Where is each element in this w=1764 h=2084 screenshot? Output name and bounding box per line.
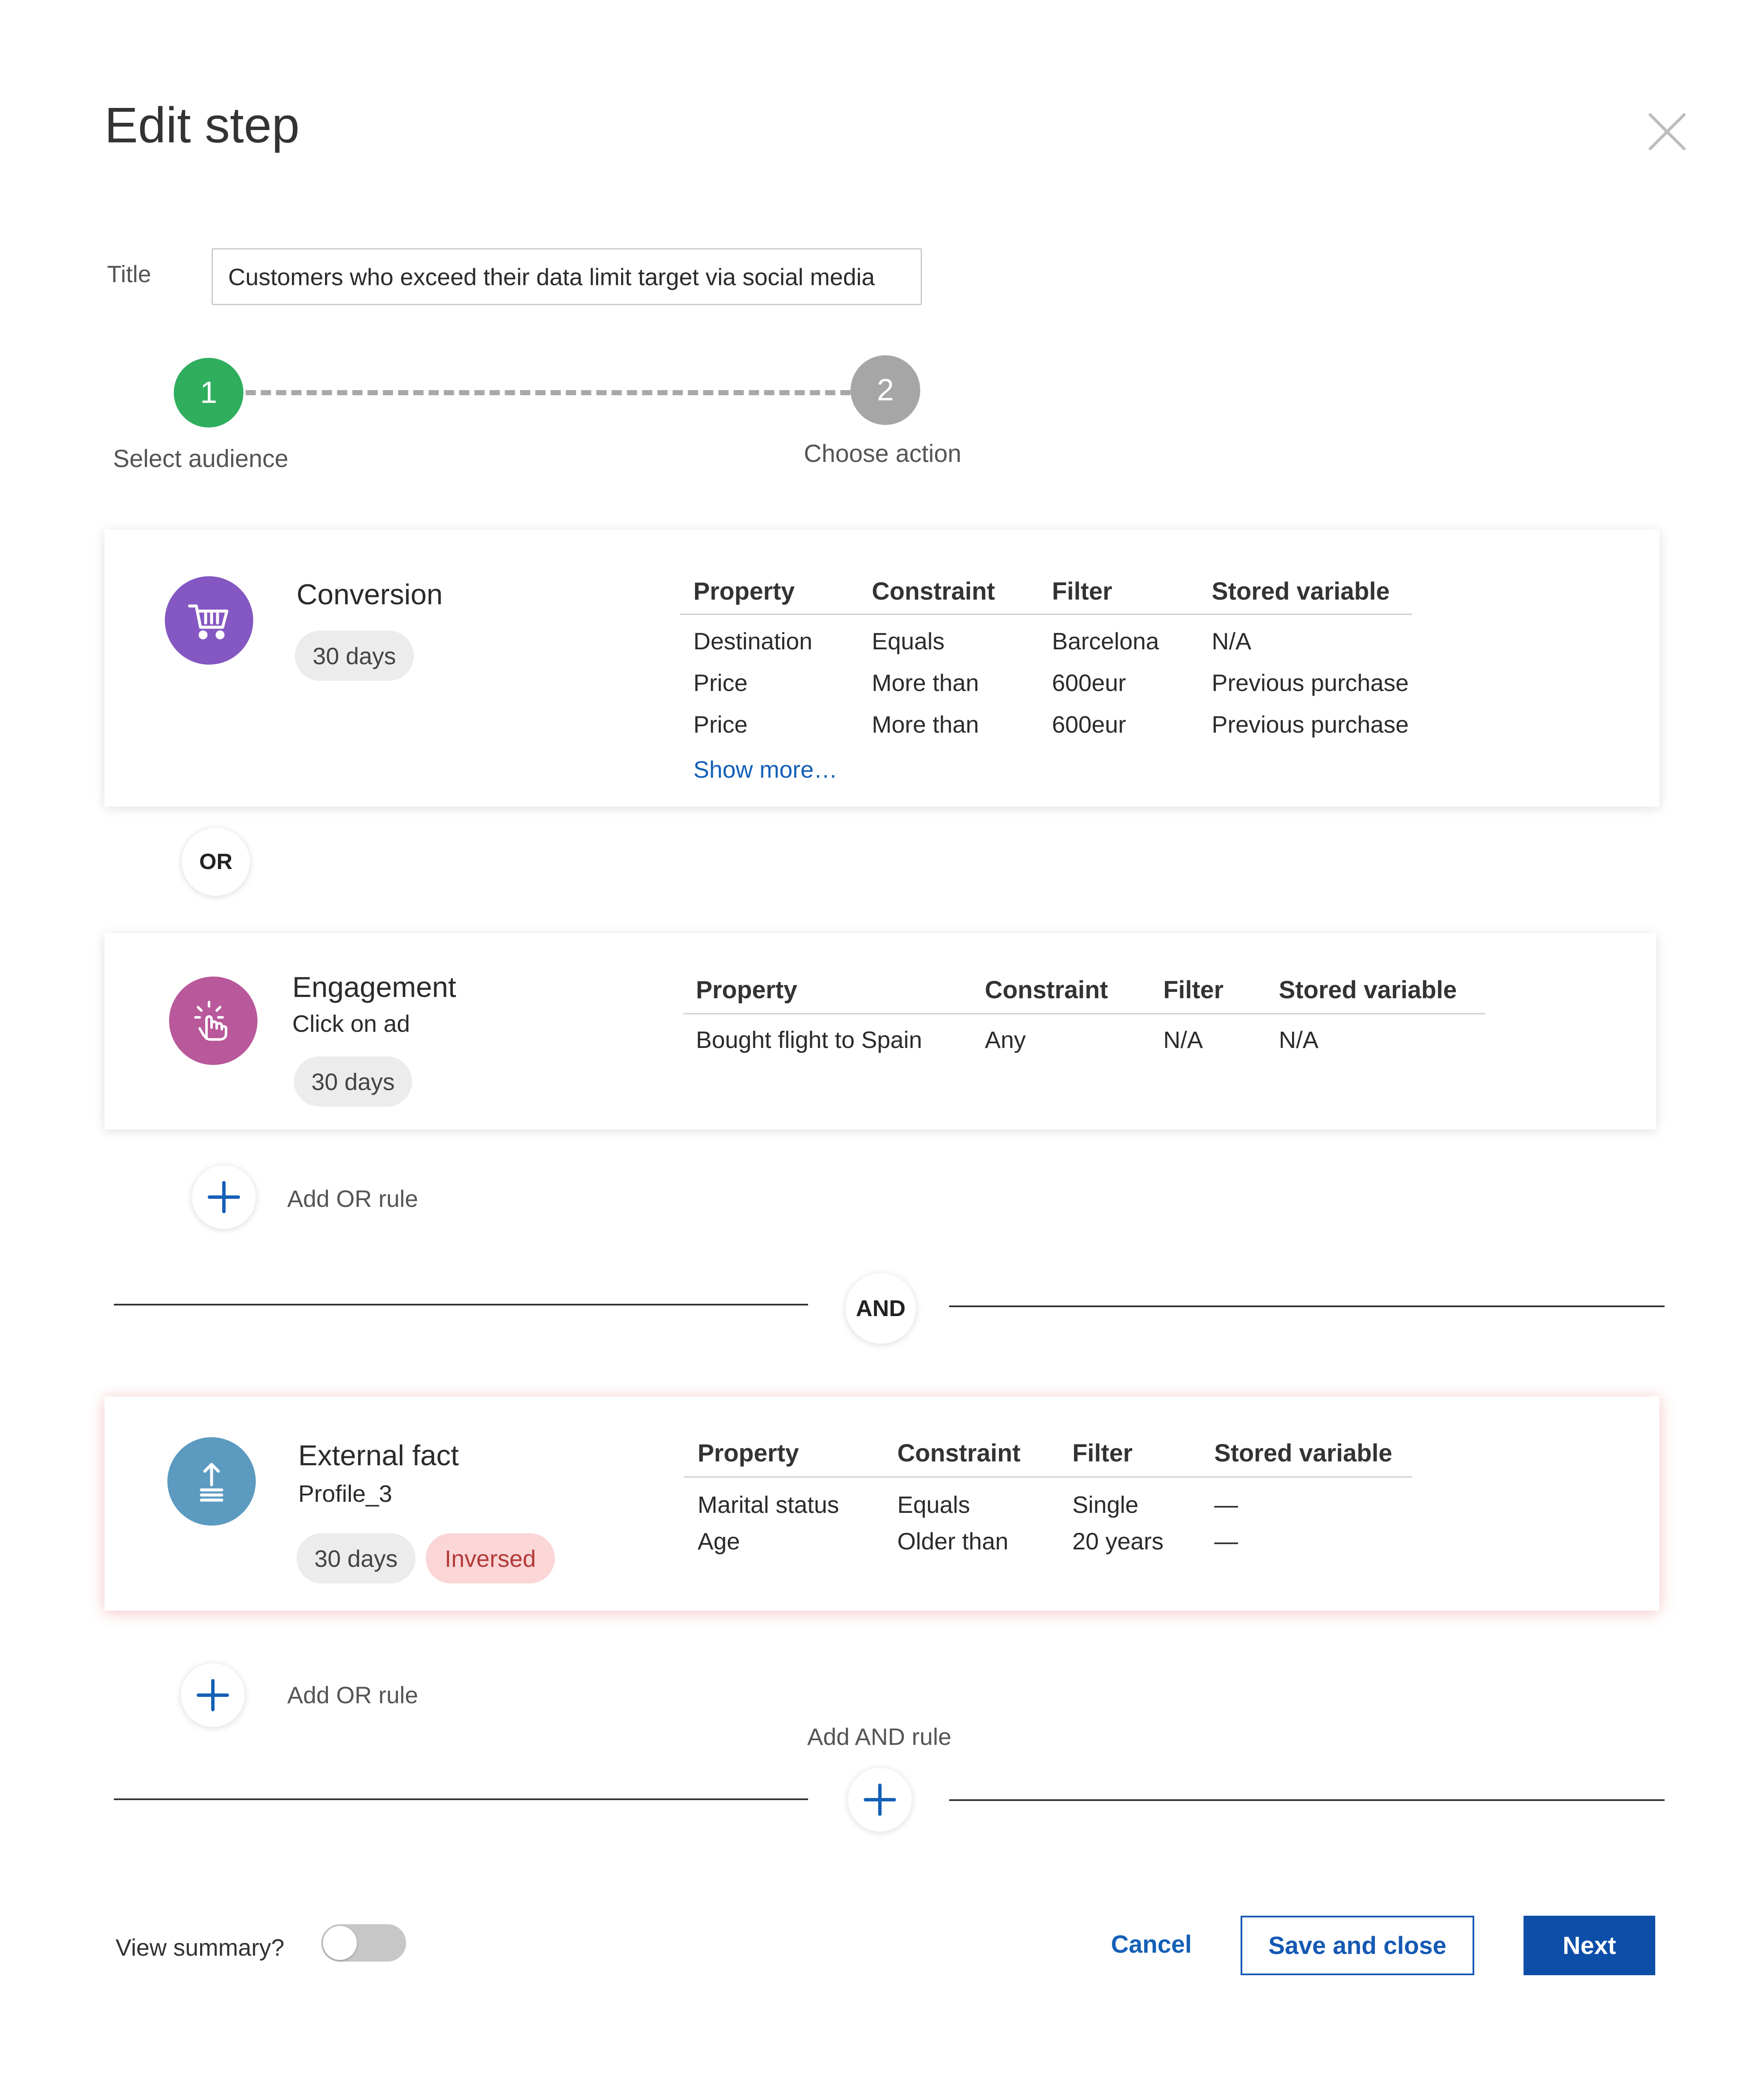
column-header-filter: Filter	[1072, 1439, 1133, 1467]
inversed-badge: Inversed	[426, 1533, 555, 1583]
add-and-rule-label[interactable]: Add AND rule	[807, 1723, 951, 1750]
days-pill: 30 days	[297, 1533, 416, 1583]
step-2-label: Choose action	[804, 440, 961, 467]
column-header-property: Property	[693, 578, 795, 605]
plus-icon	[208, 1181, 240, 1213]
rule-name: Conversion	[297, 578, 443, 611]
table-cell: Older than	[897, 1528, 1009, 1555]
table-cell: Price	[693, 669, 748, 696]
table-cell: N/A	[1163, 1026, 1203, 1053]
table-divider	[684, 1476, 1412, 1478]
table-cell: More than	[872, 711, 979, 738]
and-connector: AND	[845, 1273, 916, 1344]
column-header-stored-variable: Stored variable	[1279, 976, 1457, 1004]
table-cell: Age	[698, 1528, 740, 1555]
title-input[interactable]	[212, 248, 922, 305]
table-cell: —	[1214, 1491, 1238, 1518]
table-cell: More than	[872, 669, 979, 696]
table-cell: N/A	[1279, 1026, 1319, 1053]
column-header-stored-variable: Stored variable	[1214, 1439, 1393, 1467]
rule-card-engagement[interactable]: Engagement Click on ad 30 days Property …	[105, 933, 1656, 1130]
add-or-rule-button[interactable]	[192, 1165, 256, 1229]
table-cell: Marital status	[698, 1491, 839, 1518]
view-summary-label: View summary?	[116, 1934, 285, 1961]
rule-name: Engagement	[292, 971, 456, 1003]
add-or-rule-button[interactable]	[181, 1663, 245, 1727]
step-2-indicator[interactable]: 2	[851, 355, 920, 425]
table-cell: Single	[1072, 1491, 1139, 1518]
step-1-label: Select audience	[113, 445, 288, 473]
table-cell: Previous purchase	[1212, 711, 1409, 738]
title-label: Title	[107, 260, 151, 287]
step-1-indicator[interactable]: 1	[174, 358, 243, 428]
plus-icon	[197, 1679, 229, 1711]
column-header-stored-variable: Stored variable	[1212, 578, 1390, 605]
table-cell: —	[1214, 1528, 1238, 1555]
column-header-constraint: Constraint	[897, 1439, 1021, 1467]
rule-card-conversion[interactable]: Conversion 30 days Property Constraint F…	[105, 529, 1659, 807]
column-header-constraint: Constraint	[985, 976, 1108, 1004]
close-icon[interactable]	[1647, 111, 1688, 152]
table-divider	[683, 1013, 1485, 1014]
column-header-filter: Filter	[1163, 976, 1224, 1004]
add-or-rule-label[interactable]: Add OR rule	[287, 1185, 418, 1212]
shopping-cart-icon	[165, 576, 253, 665]
add-and-divider-left	[114, 1798, 808, 1800]
or-connector: OR	[182, 828, 250, 896]
add-or-rule-label[interactable]: Add OR rule	[287, 1681, 418, 1709]
column-header-property: Property	[698, 1439, 799, 1467]
days-pill: 30 days	[294, 1056, 412, 1107]
table-cell: 600eur	[1052, 711, 1126, 738]
rule-subtitle: Click on ad	[292, 1010, 410, 1037]
table-cell: Previous purchase	[1212, 669, 1409, 696]
table-divider	[680, 614, 1412, 615]
modal-title: Edit step	[105, 97, 300, 153]
table-cell: Price	[693, 711, 748, 738]
stepper-connector	[246, 390, 851, 395]
and-divider-right	[949, 1305, 1665, 1307]
upload-icon	[167, 1437, 256, 1526]
and-divider-left	[114, 1304, 808, 1305]
table-cell: Barcelona	[1052, 628, 1159, 654]
table-cell: Equals	[872, 628, 945, 654]
next-button[interactable]: Next	[1524, 1916, 1655, 1975]
table-cell: N/A	[1212, 628, 1252, 654]
rule-card-external-fact[interactable]: External fact Profile_3 30 days Inversed…	[105, 1396, 1659, 1611]
view-summary-toggle[interactable]	[321, 1924, 406, 1962]
column-header-constraint: Constraint	[872, 578, 995, 605]
table-cell: Destination	[693, 628, 813, 654]
save-and-close-button[interactable]: Save and close	[1241, 1916, 1474, 1975]
table-cell: Bought flight to Spain	[696, 1026, 922, 1053]
table-cell: 600eur	[1052, 669, 1126, 696]
column-header-filter: Filter	[1052, 578, 1112, 605]
table-cell: Equals	[897, 1491, 970, 1518]
cancel-button[interactable]: Cancel	[1096, 1921, 1207, 1968]
add-and-rule-button[interactable]	[848, 1768, 912, 1832]
tap-hand-icon	[169, 977, 257, 1065]
column-header-property: Property	[696, 976, 797, 1004]
add-and-divider-right	[949, 1799, 1665, 1801]
show-more-link[interactable]: Show more…	[693, 756, 837, 783]
toggle-knob	[323, 1926, 357, 1960]
rule-name: External fact	[298, 1439, 459, 1472]
rule-subtitle: Profile_3	[298, 1480, 393, 1507]
table-cell: 20 years	[1072, 1528, 1164, 1555]
days-pill: 30 days	[295, 631, 414, 681]
table-cell: Any	[985, 1026, 1026, 1053]
plus-icon	[864, 1784, 896, 1816]
